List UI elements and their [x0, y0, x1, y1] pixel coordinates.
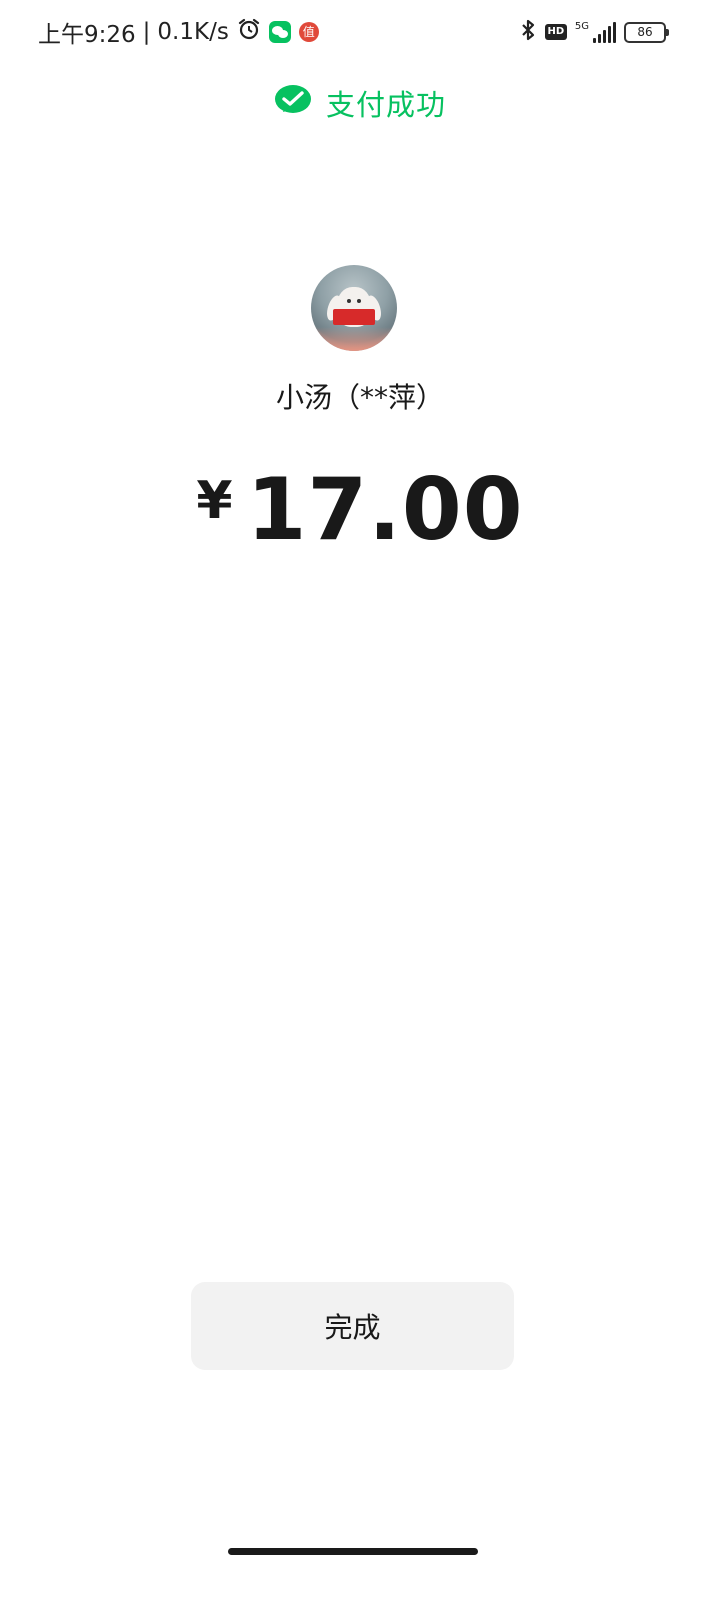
clock: 上午9:26 — [38, 22, 136, 48]
payment-success-header: 支付成功 — [0, 82, 720, 124]
5g-signal-icon: 5G — [575, 21, 616, 43]
network-speed: 0.1K/s — [157, 19, 229, 45]
payment-success-screen: 上午9:26 | 0.1K/s 值 HD 5G 86 支付成功 小汤（**萍） … — [0, 0, 720, 1600]
bluetooth-icon — [519, 18, 537, 46]
status-bar-left: 上午9:26 | 0.1K/s 值 — [38, 14, 319, 50]
amount-value: 17.00 — [246, 460, 524, 560]
status-separator: | — [142, 19, 151, 45]
wechat-pay-check-icon — [274, 84, 312, 122]
network-type-label: 5G — [574, 21, 589, 32]
alarm-icon — [237, 17, 261, 47]
done-button[interactable]: 完成 — [191, 1282, 514, 1370]
payee-avatar — [311, 265, 397, 351]
home-indicator[interactable] — [228, 1548, 478, 1555]
battery-icon: 86 — [624, 21, 669, 43]
hd-icon: HD — [544, 24, 567, 40]
payee-name: 小汤（**萍） — [275, 381, 444, 414]
payment-success-title: 支付成功 — [325, 88, 446, 122]
currency-symbol: ¥ — [196, 471, 233, 531]
wechat-icon — [268, 21, 291, 43]
app-badge-icon: 值 — [298, 22, 319, 42]
status-bar: 上午9:26 | 0.1K/s 值 HD 5G 86 — [0, 0, 720, 64]
status-bar-right: HD 5G 86 — [519, 18, 669, 46]
payment-amount: ¥ 17.00 — [0, 460, 720, 560]
